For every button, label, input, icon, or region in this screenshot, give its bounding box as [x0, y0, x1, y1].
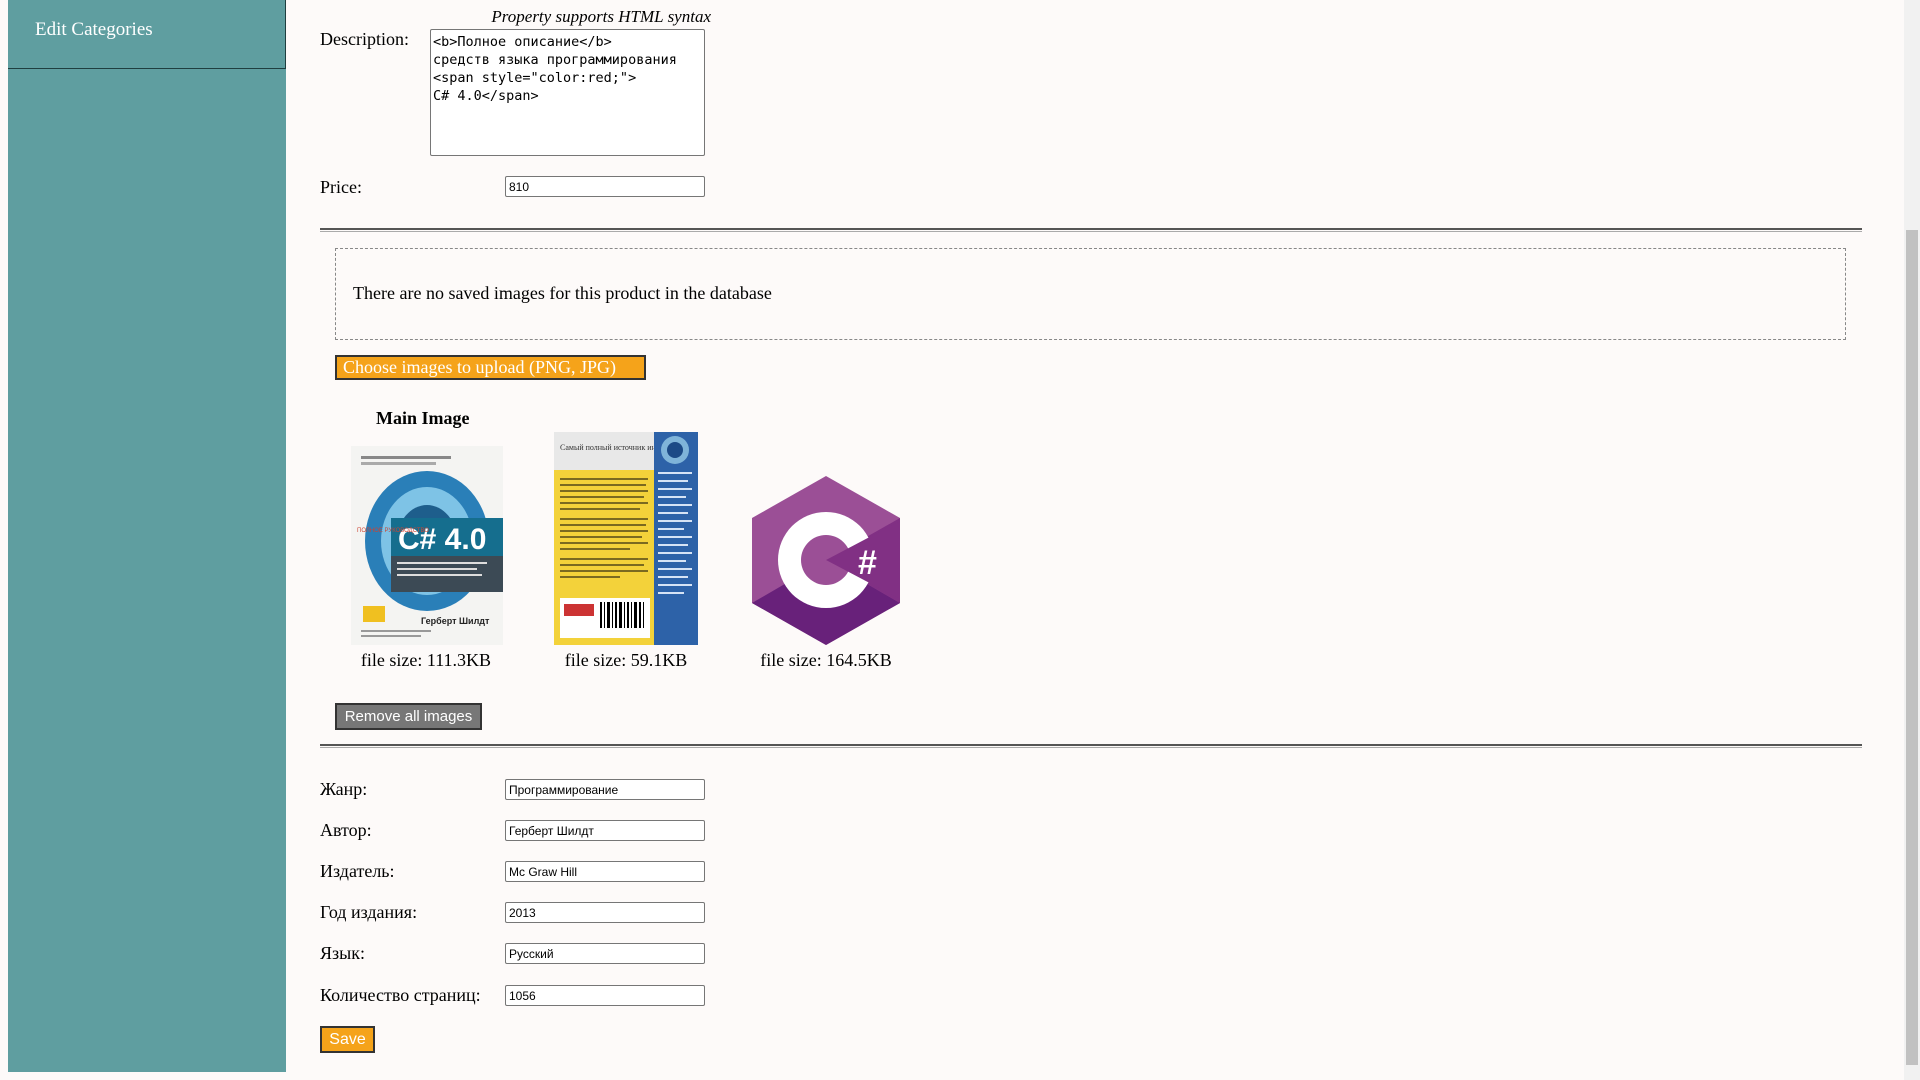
csharp-logo-graphic: #: [752, 476, 900, 645]
year-input[interactable]: [505, 902, 705, 923]
html-syntax-hint: Property supports HTML syntax: [491, 7, 711, 26]
sidebar-item-label: Edit Categories: [35, 19, 153, 40]
scrollbar-thumb[interactable]: [1906, 230, 1918, 1065]
back-cover-graphic: Самый полный источник информации по C#: [554, 432, 712, 645]
description-textarea[interactable]: <b>Полное описание</b> средств языка про…: [430, 29, 705, 156]
no-images-message: There are no saved images for this produ…: [353, 283, 772, 303]
genre-label: Жанр:: [320, 779, 368, 799]
author-input[interactable]: [505, 820, 705, 841]
front-cover-image[interactable]: C# 4.0 ПОЛНОЕ РУКОВОДСТВО Герберт Шилдт: [351, 446, 503, 645]
csharp-logo-image[interactable]: #: [750, 476, 902, 645]
price-label: Price:: [320, 177, 362, 197]
publisher-label: Издатель:: [320, 861, 395, 881]
file-size-label: file size: 111.3KB: [360, 650, 492, 670]
pages-label: Количество страниц:: [320, 985, 481, 1005]
sidebar-item-edit-categories[interactable]: Edit Categories: [8, 0, 286, 69]
file-size-label: file size: 59.1KB: [564, 650, 688, 670]
pages-input[interactable]: [505, 985, 705, 1006]
genre-input[interactable]: [505, 779, 705, 800]
description-label: Description:: [320, 29, 409, 49]
divider: [320, 744, 1862, 748]
save-button[interactable]: Save: [320, 1026, 375, 1053]
product-edit-form: Property supports HTML syntax Descriptio…: [286, 0, 1904, 1080]
year-label: Год издания:: [320, 902, 418, 922]
language-label: Язык:: [320, 943, 365, 963]
front-cover-graphic: C# 4.0 ПОЛНОЕ РУКОВОДСТВО Герберт Шилдт: [351, 446, 503, 645]
file-size-label: file size: 164.5KB: [760, 650, 892, 670]
main-image-title: Main Image: [376, 408, 470, 428]
cover-subtitle-text: ПОЛНОЕ РУКОВОДСТВО: [357, 528, 429, 534]
cover-author-text: Герберт Шилдт: [421, 616, 490, 626]
choose-images-button[interactable]: Choose images to upload (PNG, JPG): [335, 355, 646, 380]
price-input[interactable]: [505, 176, 705, 197]
saved-images-panel: There are no saved images for this produ…: [335, 248, 1846, 340]
svg-text:#: #: [858, 544, 877, 582]
publisher-input[interactable]: [505, 861, 705, 882]
author-label: Автор:: [320, 820, 372, 840]
remove-all-images-button[interactable]: Remove all images: [335, 703, 482, 730]
language-input[interactable]: [505, 943, 705, 964]
divider: [320, 228, 1862, 232]
sidebar: Edit Categories: [8, 0, 286, 1072]
vertical-scrollbar[interactable]: [1904, 0, 1920, 1080]
back-cover-image[interactable]: Самый полный источник информации по C#: [554, 432, 712, 645]
